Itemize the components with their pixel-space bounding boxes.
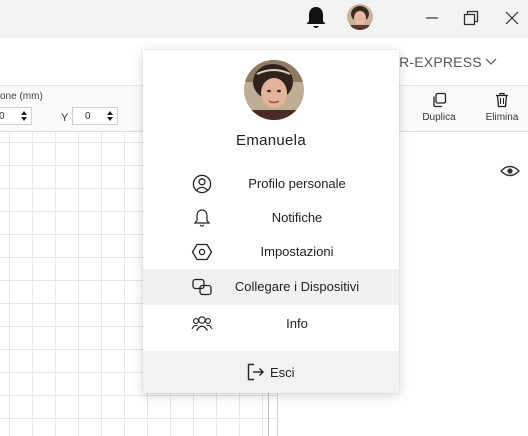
menu-item-label: Impostazioni xyxy=(260,244,334,259)
menu-item-info[interactable]: Info xyxy=(143,306,399,342)
y-label: Y xyxy=(61,112,69,124)
trash-icon xyxy=(496,92,508,108)
delete-label: Elimina xyxy=(485,112,519,123)
bell-outline-icon xyxy=(193,209,211,227)
menu-item-label: Info xyxy=(286,316,308,331)
hexagon-settings-icon xyxy=(191,243,213,261)
restore-icon[interactable] xyxy=(459,6,483,30)
y-position-input[interactable]: 0 xyxy=(72,107,118,125)
machine-selector-label[interactable]: OR-EXPRESS xyxy=(388,54,482,70)
position-label: one (mm) xyxy=(0,91,43,102)
logout-icon xyxy=(247,363,264,381)
menu-item-label: Profilo personale xyxy=(248,176,346,191)
avatar xyxy=(244,60,304,120)
user-menu-dropdown: Emanuela Profilo personale Notifiche Imp… xyxy=(143,50,399,393)
eye-icon[interactable] xyxy=(500,164,520,178)
chevron-down-icon[interactable] xyxy=(484,56,498,68)
close-icon[interactable] xyxy=(500,6,524,30)
logout-button[interactable]: Esci xyxy=(143,351,399,393)
y-position-value: 0 xyxy=(85,110,91,122)
spinner-icon[interactable] xyxy=(106,109,114,123)
user-avatar-button[interactable] xyxy=(347,4,373,30)
menu-item-profile[interactable]: Profilo personale xyxy=(143,166,399,202)
menu-item-notifications[interactable]: Notifiche xyxy=(143,200,399,236)
spinner-icon[interactable] xyxy=(20,109,28,123)
logout-label: Esci xyxy=(270,364,295,380)
menu-item-connect-devices[interactable]: Collegare i Dispositivi xyxy=(143,269,399,305)
duplicate-icon xyxy=(433,92,447,108)
link-devices-icon xyxy=(192,278,212,296)
duplicate-button[interactable]: Duplica xyxy=(415,92,463,128)
delete-button[interactable]: Elimina xyxy=(478,92,526,128)
menu-item-label: Collegare i Dispositivi xyxy=(234,279,360,294)
menu-item-label: Notifiche xyxy=(271,210,323,225)
group-icon xyxy=(191,316,213,331)
x-position-input[interactable]: 0 xyxy=(0,107,32,125)
duplicate-label: Duplica xyxy=(422,112,456,123)
minimize-icon[interactable] xyxy=(420,6,444,30)
menu-item-settings[interactable]: Impostazioni xyxy=(143,234,399,270)
user-name: Emanuela xyxy=(236,132,306,149)
bell-icon[interactable] xyxy=(304,5,328,31)
logout-row: Esci xyxy=(246,362,295,382)
window-titlebar xyxy=(0,0,528,38)
x-position-value: 0 xyxy=(0,110,5,122)
user-circle-icon xyxy=(192,174,212,194)
